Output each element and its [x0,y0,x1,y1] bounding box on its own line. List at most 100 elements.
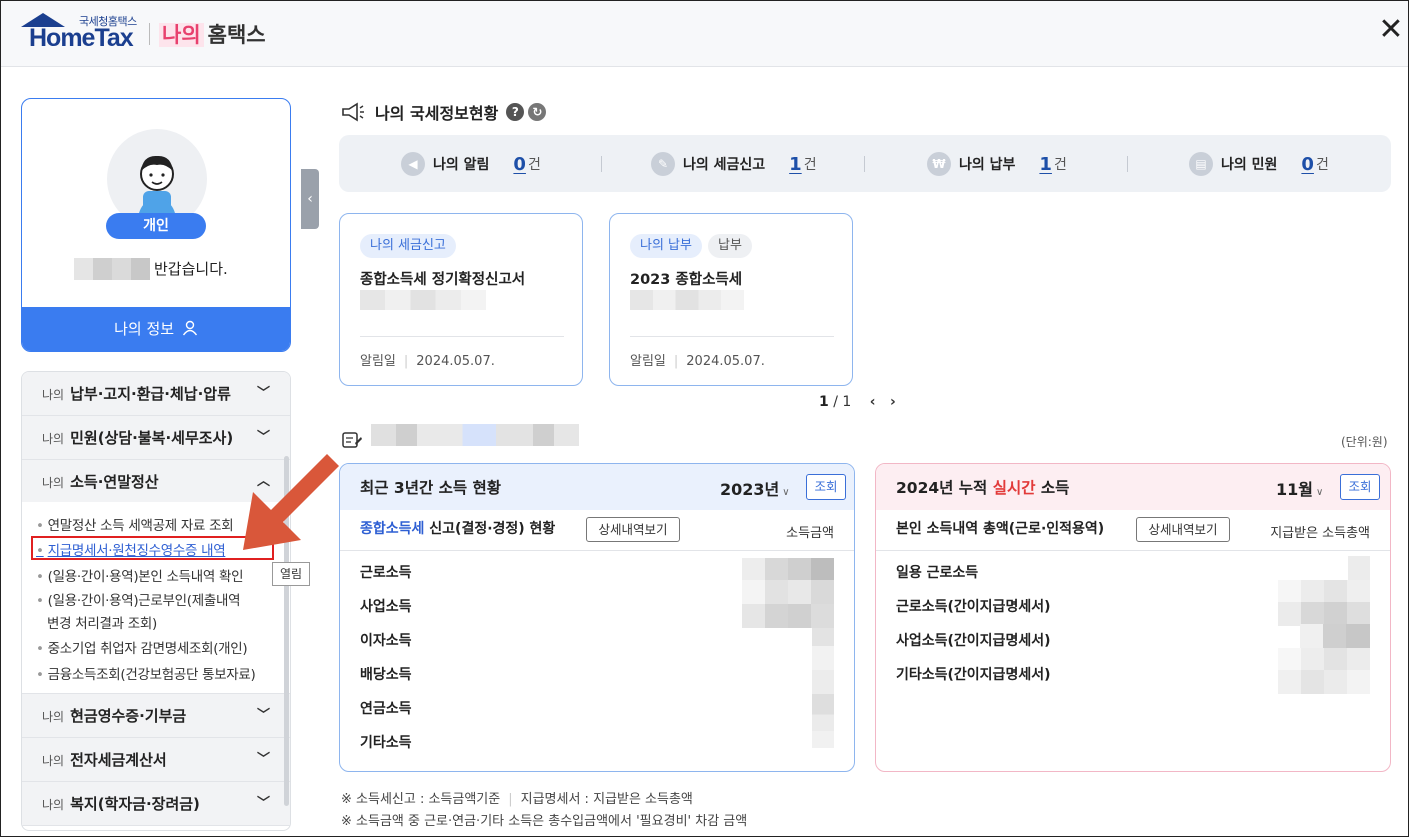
status-unit: 건 [803,157,817,173]
close-icon[interactable]: ✕ [1377,15,1405,45]
divider [864,156,865,172]
masked-amount [742,604,834,628]
masked-amount [1348,556,1370,580]
status-payment[interactable]: ₩ 나의 납부 1건 [927,151,1067,177]
income-row-label: 이자소득 [360,633,412,649]
chevron-down-icon: ∨ [782,487,790,498]
pager-current: 1 [819,394,829,410]
divider [601,156,602,172]
edit-note-icon [342,432,362,448]
status-unit: 건 [527,157,541,173]
status-civil[interactable]: ▤ 나의 민원 0건 [1189,151,1329,177]
notice-card-payment[interactable]: 나의 납부 납부 2023 종합소득세 알림일 | 2024.05.07. [609,213,853,386]
greeting-text: 반갑습니다. [154,260,228,278]
submenu-item[interactable]: • 금융소득조회(건강보험공단 통보자료) [36,663,256,683]
masked-amount [812,628,834,748]
logo-text: HomeTax [29,24,134,52]
sidebar-collapse-button[interactable]: ‹ [301,169,319,229]
person-icon [182,320,197,336]
income-row-label: 기타소득 [360,735,412,751]
status-tax-filing[interactable]: ✎ 나의 세금신고 1건 [651,151,817,177]
status-label: 나의 세금신고 [683,157,766,173]
menu-label: 민원(상담·불복·세무조사) [70,429,234,447]
pager-total: 1 [842,394,852,410]
header-divider [149,23,150,45]
status-notification[interactable]: ◀ 나의 알림 0건 [401,151,541,177]
view-button[interactable]: 조회 [1340,474,1380,500]
menu-label: 전자세금계산서 [70,751,167,769]
income-row-label: 일용 근로소득 [896,565,979,581]
hometax-logo[interactable]: 국세청홈택스 HomeTax [21,11,141,53]
submenu-item-continued[interactable]: 변경 처리결과 조회) [47,612,157,632]
annotation-arrow-icon [243,454,339,550]
clipboard-icon: ▤ [1189,152,1213,176]
menu-prefix: 나의 [42,388,65,402]
card-title: 종합소득세 정기확정신고서 [360,272,526,288]
panel-header: 2024년 누적 실시간 소득 11월 ∨ 조회 [876,464,1390,510]
menu-section-welfare[interactable]: 나의 복지(학자금·장려금) ﹀ [22,782,290,826]
masked-amount [1278,648,1370,672]
refresh-icon[interactable]: ↻ [528,103,547,121]
panel-title: 2024년 누적 실시간 소득 [896,479,1070,497]
status-unit: 건 [1053,157,1067,173]
status-summary-bar: ◀ 나의 알림 0건 ✎ 나의 세금신고 1건 ₩ 나의 납부 1건 ▤ 나의 … [339,135,1391,192]
menu-label: 복지(학자금·장려금) [70,795,200,813]
menu-section-einvoice[interactable]: 나의 전자세금계산서 ﹀ [22,738,290,782]
income-row-label: 배당소득 [360,667,412,683]
menu-prefix: 나의 [42,476,65,490]
menu-section-receipts[interactable]: 나의 현금영수증·기부금 ﹀ [22,694,290,738]
footnote: ※ 소득금액 중 근로·연금·기타 소득은 총수입금액에서 '필요경비' 차감 … [341,814,748,829]
income-row-label: 근로소득 [360,565,412,581]
chevron-left-icon[interactable]: ‹ [870,394,876,410]
masked-section-title [371,424,579,446]
chevron-down-icon: ﹀ [256,796,270,811]
column-header: 지급받은 소득총액 [1270,526,1370,541]
detail-button[interactable]: 상세내역보기 [586,517,680,542]
status-count[interactable]: 0 [513,154,526,175]
card-title: 2023 종합소득세 [630,272,743,288]
chevron-down-icon: ﹀ [256,708,270,723]
masked-amount [742,558,834,582]
status-count[interactable]: 1 [1039,154,1052,175]
chevron-right-icon[interactable]: › [890,394,896,410]
page-title: 나의 홈택스 [159,19,266,49]
profile-card: 개인 반갑습니다. 나의 정보 [21,98,291,352]
status-count[interactable]: 0 [1301,154,1314,175]
menu-prefix: 나의 [42,798,65,812]
speaker-icon: ◀ [401,152,425,176]
divider [360,336,564,337]
submenu-item[interactable]: • 중소기업 취업자 감면명세조회(개인) [36,637,248,657]
panel-header: 최근 3년간 소득 현황 2023년 ∨ 조회 [340,464,854,510]
help-icon[interactable]: ? [506,103,525,121]
menu-label: 납부·고지·환급·체납·압류 [70,385,231,403]
submenu-item[interactable]: • (일용·간이·용역)본인 소득내역 확인 [36,565,244,585]
masked-username [74,258,150,280]
view-button[interactable]: 조회 [806,474,846,500]
masked-content [630,290,744,310]
status-count[interactable]: 1 [789,154,802,175]
status-unit: 건 [1315,157,1329,173]
income-realtime-panel: 2024년 누적 실시간 소득 11월 ∨ 조회 본인 소득내역 총액(근로·인적… [875,463,1391,772]
year-select[interactable]: 2023년 ∨ [720,476,790,500]
submenu-item[interactable]: • (일용·간이·용역)근로부인(제출내역 [36,589,241,609]
masked-content [360,290,486,310]
footnote: ※ 소득세신고 : 소득금액기준 | 지급명세서 : 지급받은 소득총액 [341,792,693,807]
submenu-item[interactable]: • 연말정산 소득 세액공제 자료 조회 [36,514,234,534]
open-tooltip: 열림 [272,562,310,586]
greeting: 반갑습니다. [74,257,228,281]
user-type-badge: 개인 [106,213,206,239]
unit-label: (단위:원) [1341,435,1388,449]
masked-amount [742,580,834,604]
status-section-title: 나의 국세정보현황 ? ↻ [341,99,547,125]
month-select[interactable]: 11월 ∨ [1276,476,1323,500]
my-info-button[interactable]: 나의 정보 [22,307,290,351]
chevron-down-icon: ﹀ [256,752,270,767]
menu-section-payment[interactable]: 나의 납부·고지·환급·체납·압류 ﹀ [22,372,290,416]
menu-prefix: 나의 [42,432,65,446]
income-row-label: 근로소득(간이지급명세서) [896,599,1051,615]
menu-prefix: 나의 [42,710,65,724]
detail-button[interactable]: 상세내역보기 [1136,517,1230,542]
page-title-rest: 홈택스 [207,23,266,47]
notice-card-filing[interactable]: 나의 세금신고 종합소득세 정기확정신고서 알림일 | 2024.05.07. [339,213,583,386]
edit-doc-icon: ✎ [651,152,675,176]
